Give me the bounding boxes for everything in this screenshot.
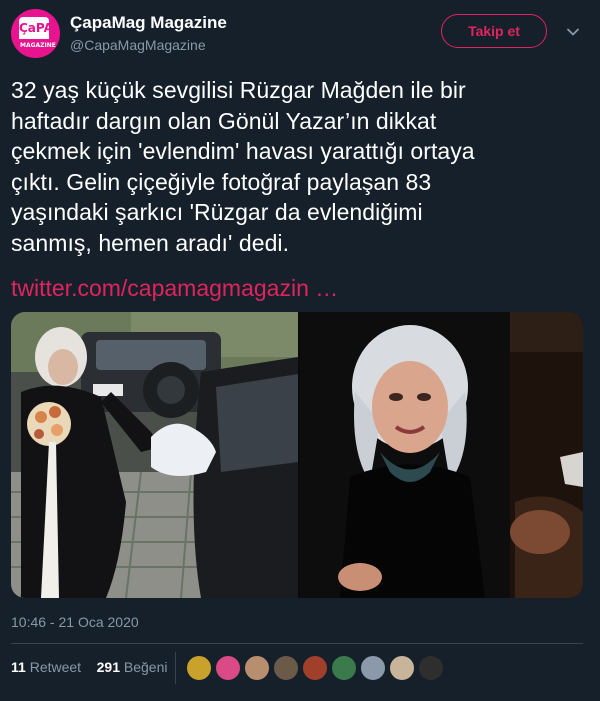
tweet-text-line: yaşındaki şarkıcı 'Rüzgar da evlendiğimi [11,199,423,225]
photo-woman-portrait[interactable] [300,312,583,598]
tweet-stats: 11 Retweet 291 Beğeni [11,659,167,675]
account-avatar[interactable]: ÇaPA MAGAZINE [11,9,60,58]
tweet-text-line: sanmış, hemen aradı' dedi. [11,229,290,256]
tweet-text: 32 yaş küçük sevgilisi Rüzgar Mağden ile… [11,75,591,258]
retweet-label[interactable]: Retweet [30,659,81,675]
liker-avatar[interactable] [244,655,270,681]
divider [11,643,583,644]
follow-button[interactable]: Takip et [441,14,547,48]
retweet-count[interactable]: 11 [11,659,26,675]
like-count[interactable]: 291 [97,659,120,675]
tweet-text-line: 32 yaş küçük sevgilisi Rüzgar Mağden ile… [11,77,466,103]
tweet-text-line: çıktı. Gelin çiçeğiyle fotoğraf paylaşan… [11,168,432,195]
liker-avatar[interactable] [215,655,241,681]
liker-avatar[interactable] [186,655,212,681]
account-name[interactable]: ÇapaMag Magazine [70,13,227,33]
photo-woman-with-bouquet[interactable] [11,312,298,598]
liker-avatar[interactable] [331,655,357,681]
liker-avatar[interactable] [273,655,299,681]
account-handle[interactable]: @CapaMagMagazine [70,37,206,53]
tweet-text-line: haftadır dargın olan Gönül Yazar’ın dikk… [11,107,437,134]
tweet-link[interactable]: twitter.com/capamagmagazin … [11,275,338,302]
tweet-timestamp[interactable]: 10:46 - 21 Oca 2020 [11,614,139,630]
like-label[interactable]: Beğeni [124,659,168,675]
tweet-media[interactable] [11,312,583,598]
tweet-text-line: çekmek için 'evlendim' havası yarattığı … [11,138,475,164]
liker-avatar[interactable] [389,655,415,681]
avatar-logo-text: ÇaPA [19,17,53,39]
stats-divider [175,652,176,684]
liker-avatar[interactable] [418,655,444,681]
avatar-logo-subtext: MAGAZINE [20,42,56,49]
liker-avatar[interactable] [360,655,386,681]
chevron-down-icon[interactable] [566,25,580,39]
liker-avatar[interactable] [302,655,328,681]
